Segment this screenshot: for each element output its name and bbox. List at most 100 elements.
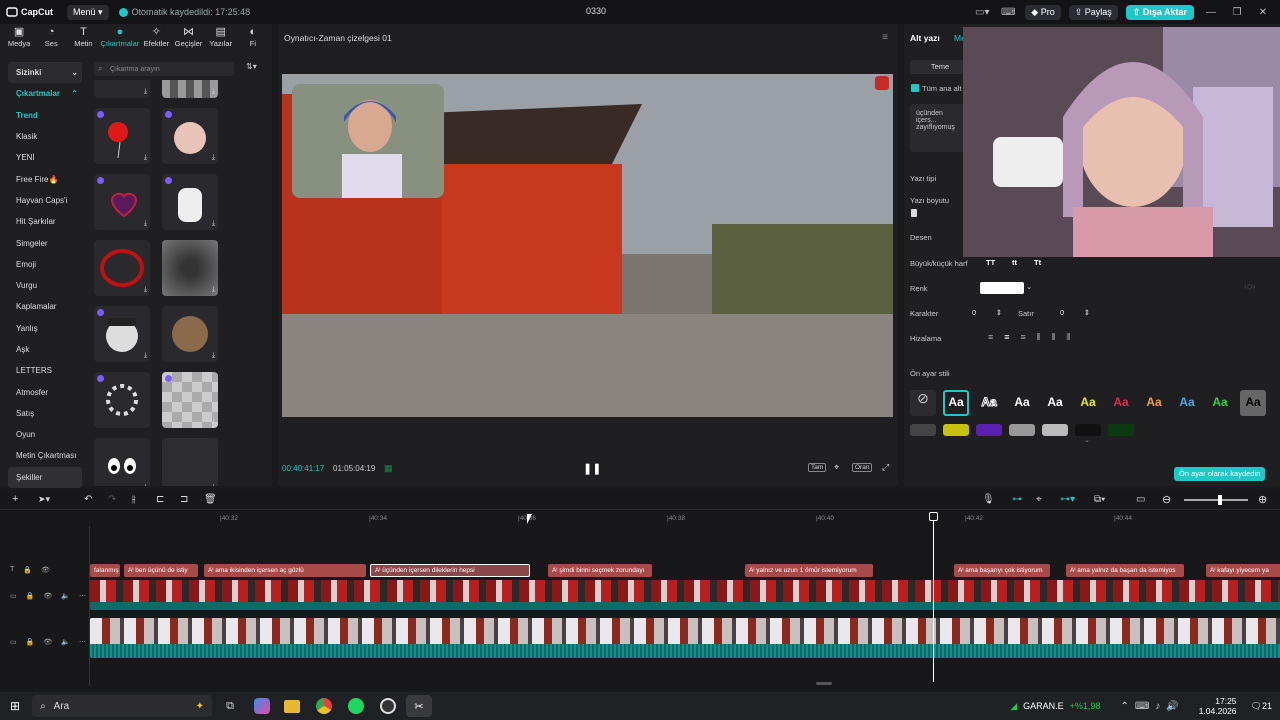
notification-badge[interactable]: 🗨21	[1251, 701, 1272, 712]
sticker-item[interactable]: ⤓	[94, 174, 150, 230]
split-left-icon[interactable]: ⊏	[156, 494, 164, 505]
align-middle-icon[interactable]: ⫴	[1052, 332, 1067, 342]
preset-style[interactable]: Aa	[1075, 390, 1101, 416]
lock-icon[interactable]: 🔒	[26, 592, 35, 600]
align-top-icon[interactable]: ⫴	[1037, 332, 1052, 342]
delete-icon[interactable]: 🗑	[204, 494, 217, 505]
file-explorer-icon[interactable]	[283, 699, 300, 713]
category-item[interactable]: Trend	[8, 105, 82, 126]
main-video-clip[interactable]	[90, 618, 1280, 658]
sort-icon[interactable]: ⇅▾	[246, 62, 257, 71]
sticker-item[interactable]: ⤓	[162, 240, 218, 296]
eye-icon[interactable]: 👁	[43, 638, 52, 646]
undo-icon[interactable]: ↶	[84, 494, 92, 505]
category-item[interactable]: Kaplamalar	[8, 296, 82, 317]
audio-icon[interactable]: 🔈	[61, 638, 70, 646]
preset-none-icon[interactable]: ⊘	[910, 390, 936, 416]
minimize-icon[interactable]: —	[1202, 7, 1220, 18]
preset-style[interactable]: Aa	[1141, 390, 1167, 416]
preset-style[interactable]: Aa	[1207, 390, 1233, 416]
tab-text[interactable]: T Metin	[68, 26, 98, 50]
category-yours[interactable]: Sizinki ⌄	[8, 62, 82, 84]
size-slider[interactable]	[911, 209, 917, 217]
export-button[interactable]: ⇧ Dışa Aktar	[1125, 4, 1194, 20]
preset-swatch[interactable]	[1075, 424, 1101, 436]
caption-clip[interactable]: Aᴵ ama yalnız da başarı da istemiyos	[1066, 564, 1184, 577]
expand-presets-icon[interactable]: ⌄	[1084, 436, 1090, 444]
case-option-title[interactable]: Tt	[1034, 258, 1041, 267]
eye-icon[interactable]: 👁	[41, 566, 50, 574]
color-dropdown-icon[interactable]: ⌄	[1026, 282, 1032, 291]
zoom-slider[interactable]	[1184, 495, 1248, 505]
sticker-item[interactable]: ⤓	[162, 174, 218, 230]
sticker-item[interactable]: ⤓	[162, 306, 218, 362]
category-item[interactable]: Atmosfer	[8, 381, 82, 402]
category-item[interactable]: Vurgu	[8, 275, 82, 296]
magnet-icon[interactable]: ⌖	[1036, 494, 1042, 505]
category-item[interactable]: LETTERS	[8, 360, 82, 381]
time-ruler[interactable]: |40:32 |40:34 |40:36 |40:38 |40:40 |40:4…	[90, 512, 1280, 526]
capcut-taskbar-icon[interactable]: ✂	[405, 695, 432, 717]
chrome-icon[interactable]	[315, 698, 332, 714]
category-item[interactable]: Emoji	[8, 254, 82, 275]
more-icon[interactable]: ⋯	[79, 592, 86, 600]
stepper-icon[interactable]: ⇕	[996, 308, 1002, 317]
zoom-slider-thumb[interactable]	[1218, 495, 1222, 505]
lock-icon[interactable]: 🔒	[23, 566, 32, 574]
shortcuts-icon[interactable]: ⌨	[999, 7, 1017, 18]
video-preview[interactable]	[282, 74, 893, 417]
preset-swatch[interactable]	[976, 424, 1002, 436]
align-bottom-icon[interactable]: ⫴	[1066, 332, 1081, 342]
tab-captions[interactable]: ▤ Yazılar	[206, 26, 236, 50]
caption-text-input[interactable]: üçünden içers... zayıflıyomuş	[910, 104, 966, 152]
case-option-lower[interactable]: tt	[1012, 258, 1017, 267]
caption-clip[interactable]: Aᴵ şimdi birini seçmek zorundayı	[548, 564, 652, 577]
player-menu-icon[interactable]: ≡	[882, 32, 888, 43]
category-item[interactable]: Simgeler	[8, 232, 82, 253]
clock[interactable]: 17:25 1.04.2026	[1199, 696, 1237, 716]
category-item[interactable]: Hayvan Caps'i	[8, 190, 82, 211]
save-preset-button[interactable]: Ön ayar olarak kaydedin	[1174, 467, 1266, 481]
tab-filters[interactable]: ◐ Fi	[238, 26, 268, 50]
playhead-handle[interactable]	[929, 512, 938, 521]
eye-icon[interactable]: 👁	[43, 592, 52, 600]
tab-transitions[interactable]: ⋈ Geçişler	[173, 26, 203, 50]
align-right-icon[interactable]: ≡	[1021, 332, 1037, 342]
category-item[interactable]: YENİ	[8, 147, 82, 168]
tab-basic[interactable]: Teme	[910, 60, 970, 74]
case-option-upper[interactable]: TT	[986, 258, 995, 267]
caption-clip[interactable]: Aᴵ ama başarıyı çok istiyorum	[954, 564, 1050, 577]
split-icon[interactable]: ⫲	[132, 494, 135, 505]
sticker-search-input[interactable]: ⌕ Çıkartma arayın	[94, 62, 234, 76]
sticker-item[interactable]: ⤓	[162, 80, 218, 98]
pro-button[interactable]: ◆ Pro	[1025, 4, 1061, 20]
taskbar-search[interactable]: ⌕ Ara ✦	[32, 695, 213, 717]
layout-icon[interactable]: ▭▾	[973, 7, 991, 18]
caption-clip[interactable]: falanmış	[90, 564, 120, 577]
stock-widget[interactable]: ◢ GARAN.E +%1,98	[1010, 701, 1100, 712]
more-icon[interactable]: ⋯	[79, 638, 86, 646]
category-item[interactable]: Klasik	[8, 126, 82, 147]
preset-style[interactable]: Aa	[943, 390, 969, 416]
link-clips-icon[interactable]: ⊶	[1012, 494, 1022, 505]
preset-style[interactable]: Aa	[1042, 390, 1068, 416]
menu-button[interactable]: Menü ▾	[67, 4, 109, 20]
split-right-icon[interactable]: ⊐	[180, 494, 188, 505]
microphone-icon[interactable]: 🎙	[982, 494, 995, 505]
category-item[interactable]: Satış	[8, 403, 82, 424]
sticker-item[interactable]: ⤓	[94, 438, 150, 486]
caption-icon[interactable]: ▭	[1136, 494, 1145, 505]
redo-icon[interactable]: ↷	[108, 494, 116, 505]
preset-swatch[interactable]	[1108, 424, 1134, 436]
pause-icon[interactable]: ❚❚	[583, 462, 601, 475]
zoom-in-icon[interactable]: ⊕	[1258, 493, 1267, 506]
overlay-video-clip[interactable]	[90, 580, 1280, 610]
windows-start-icon[interactable]: ⊞	[10, 699, 20, 713]
preset-swatch[interactable]	[1042, 424, 1068, 436]
caption-clip[interactable]: Aᴵ ama ikisinden içersen aç gözlü	[204, 564, 366, 577]
keyframe-nav-icon[interactable]: ‹◇›	[1244, 282, 1255, 291]
align-left-icon[interactable]: ≡	[988, 332, 1004, 342]
preset-style[interactable]: Aa	[1174, 390, 1200, 416]
stepper-icon[interactable]: ⇕	[1084, 308, 1090, 317]
sticker-item[interactable]: ⤓	[94, 240, 150, 296]
